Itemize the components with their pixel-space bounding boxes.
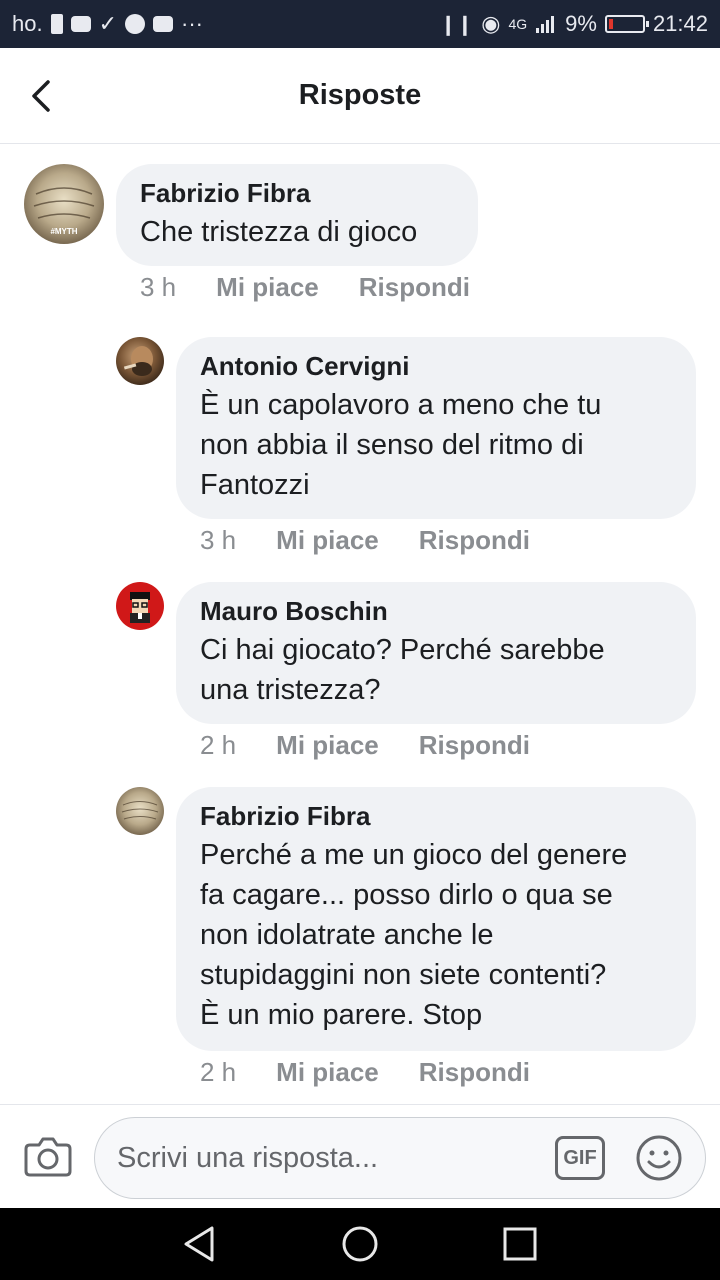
avatar-image bbox=[123, 346, 153, 376]
comment-text-line: non idolatrate anche le bbox=[200, 919, 494, 951]
telegram-icon bbox=[125, 14, 146, 34]
reply-field: GIF bbox=[94, 1117, 706, 1199]
comment-bubble[interactable]: Fabrizio Fibra Che tristezza di gioco bbox=[116, 164, 478, 266]
avatar[interactable] bbox=[116, 582, 164, 630]
comment-bubble[interactable]: Antonio Cervigni È un capolavoro a meno … bbox=[176, 337, 696, 519]
nav-recents-icon bbox=[503, 1227, 537, 1261]
reply-composer: GIF bbox=[0, 1104, 720, 1208]
comment-author[interactable]: Antonio Cervigni bbox=[200, 351, 672, 381]
camera-icon bbox=[24, 1137, 72, 1177]
battery-icon bbox=[604, 15, 649, 33]
comment-text-line: fa cagare... posso dirlo o qua se bbox=[200, 879, 613, 911]
page-title: Risposte bbox=[298, 79, 422, 111]
camera-button[interactable] bbox=[24, 1133, 72, 1177]
reply-button[interactable]: Rispondi bbox=[419, 730, 530, 761]
comment-text: Che tristezza di gioco bbox=[140, 216, 418, 248]
eye-comfort-icon: ◉ bbox=[481, 11, 501, 36]
comment-text: Ci hai giocato? Perché sarebbe una trist… bbox=[200, 630, 672, 710]
comment-text-line: Fantozzi bbox=[200, 469, 310, 501]
notification-icon bbox=[50, 14, 63, 34]
comment-time[interactable]: 2 h bbox=[200, 1057, 236, 1088]
comment-actions: 3 h Mi piace Rispondi bbox=[200, 525, 530, 556]
like-button[interactable]: Mi piace bbox=[216, 272, 319, 303]
carrier-label: ho. bbox=[12, 11, 43, 36]
comment-actions: 3 h Mi piace Rispondi bbox=[140, 272, 470, 303]
comment-author[interactable]: Mauro Boschin bbox=[200, 596, 672, 626]
more-notifications-icon: ··· bbox=[181, 11, 204, 36]
comment-text-line: È un mio parere. Stop bbox=[200, 999, 483, 1031]
emoji-button[interactable] bbox=[635, 1134, 683, 1182]
comment-text-line: Ci hai giocato? Perché sarebbe bbox=[200, 634, 605, 666]
header: Risposte bbox=[0, 48, 720, 144]
comment-text-line: Perché a me un gioco del genere bbox=[200, 839, 628, 871]
comment-text-line: stupidaggini non siete contenti? bbox=[200, 959, 607, 991]
avatar-image: #MYTH bbox=[33, 187, 95, 236]
comment-time[interactable]: 3 h bbox=[200, 525, 236, 556]
avatar[interactable] bbox=[116, 787, 164, 835]
like-button[interactable]: Mi piace bbox=[276, 1057, 379, 1088]
youtube-icon bbox=[70, 16, 91, 32]
avatar-image bbox=[121, 801, 159, 820]
comment-author[interactable]: Fabrizio Fibra bbox=[140, 178, 454, 208]
back-arrow-icon bbox=[32, 80, 50, 112]
comment-time[interactable]: 3 h bbox=[140, 272, 176, 303]
status-bar: ho. ✓ ··· ❙❙ ◉ 4G 9% 21:42 bbox=[0, 0, 720, 48]
reply-button[interactable]: Rispondi bbox=[359, 272, 470, 303]
download-done-icon: ✓ bbox=[98, 11, 118, 36]
comment-text: Perché a me un gioco del genere fa cagar… bbox=[200, 835, 672, 1035]
status-system: ❙❙ ◉ 4G 9% 21:42 bbox=[440, 11, 708, 37]
status-notifications: ho. ✓ ··· bbox=[12, 11, 203, 37]
comment-text-line: non abbia il senso del ritmo di bbox=[200, 429, 584, 461]
reply-input[interactable] bbox=[117, 1136, 537, 1180]
youtube-icon bbox=[153, 16, 174, 32]
gif-button[interactable]: GIF bbox=[555, 1136, 605, 1180]
comment-text-line: una tristezza? bbox=[200, 674, 381, 706]
comment-actions: 2 h Mi piace Rispondi bbox=[200, 730, 530, 761]
gif-label: GIF bbox=[563, 1146, 597, 1169]
avatar[interactable]: #MYTH bbox=[24, 164, 104, 244]
clock: 21:42 bbox=[652, 11, 708, 36]
like-button[interactable]: Mi piace bbox=[276, 730, 379, 761]
avatar-label: #MYTH bbox=[50, 227, 77, 236]
vibrate-icon: ❙❙ bbox=[439, 13, 474, 36]
network-label: 4G bbox=[508, 16, 528, 32]
nav-back-button[interactable] bbox=[180, 1224, 220, 1264]
nav-home-icon bbox=[342, 1226, 378, 1262]
back-button[interactable] bbox=[22, 76, 62, 116]
comment-text: È un capolavoro a meno che tu non abbia … bbox=[200, 385, 672, 505]
comment-text-line: È un capolavoro a meno che tu bbox=[200, 389, 602, 421]
comment-actions: 2 h Mi piace Rispondi bbox=[200, 1057, 530, 1088]
comment-time[interactable]: 2 h bbox=[200, 730, 236, 761]
nav-back-icon bbox=[184, 1226, 214, 1262]
comment-author[interactable]: Fabrizio Fibra bbox=[200, 801, 672, 831]
like-button[interactable]: Mi piace bbox=[276, 525, 379, 556]
nav-home-button[interactable] bbox=[340, 1224, 380, 1264]
battery-percent: 9% bbox=[565, 11, 597, 36]
reply-button[interactable]: Rispondi bbox=[419, 525, 530, 556]
system-nav-bar bbox=[0, 1208, 720, 1280]
reply-button[interactable]: Rispondi bbox=[419, 1057, 530, 1088]
signal-icon bbox=[536, 16, 555, 33]
avatar-image bbox=[130, 592, 150, 623]
nav-recents-button[interactable] bbox=[500, 1224, 540, 1264]
emoji-icon bbox=[636, 1135, 682, 1181]
comment-bubble[interactable]: Fabrizio Fibra Perché a me un gioco del … bbox=[176, 787, 696, 1051]
comment-bubble[interactable]: Mauro Boschin Ci hai giocato? Perché sar… bbox=[176, 582, 696, 724]
avatar[interactable] bbox=[116, 337, 164, 385]
